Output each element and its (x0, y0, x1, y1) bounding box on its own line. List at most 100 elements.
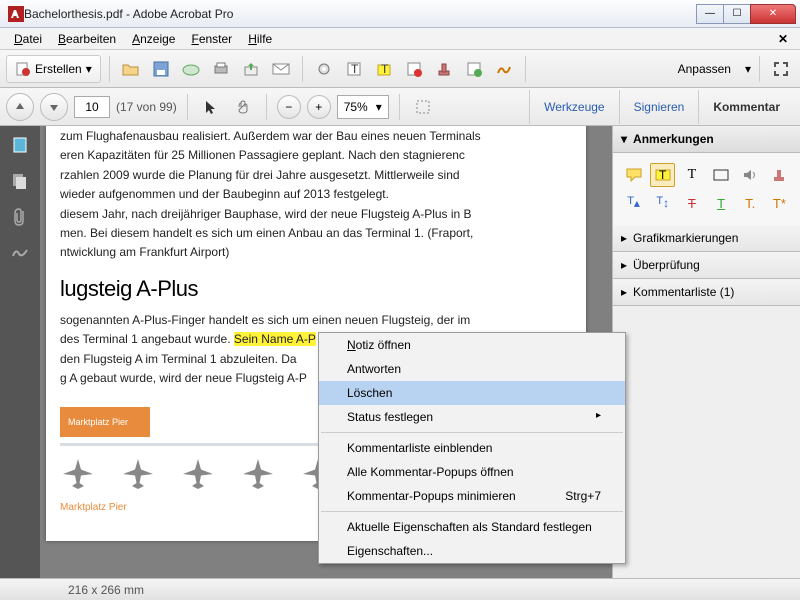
expand-icon: ▸ (621, 285, 627, 299)
text-correction-tool[interactable]: T* (767, 191, 792, 215)
replace-text-tool[interactable]: T↕ (650, 191, 675, 215)
context-menu: Notiz öffnen Antworten Löschen Status fe… (318, 332, 626, 564)
insert-text-tool[interactable]: T▴ (621, 191, 646, 215)
print-button[interactable] (208, 56, 234, 82)
menu-edit[interactable]: Bearbeiten (50, 30, 124, 48)
fullscreen-icon (773, 61, 789, 77)
ctx-delete[interactable]: Löschen (319, 381, 625, 405)
add-note-tool[interactable]: T. (738, 191, 763, 215)
menu-file[interactable]: Datei (6, 30, 50, 48)
maximize-button[interactable]: ☐ (723, 4, 751, 24)
select-tool[interactable] (198, 94, 224, 120)
delete-comment-button[interactable] (401, 56, 427, 82)
annotations-head[interactable]: ▾Anmerkungen (613, 126, 800, 153)
minimize-button[interactable]: — (696, 4, 724, 24)
gear-button[interactable] (311, 56, 337, 82)
highlight-tool[interactable]: T (650, 163, 675, 187)
share-button[interactable] (238, 56, 264, 82)
fullscreen-button[interactable] (768, 56, 794, 82)
title-bar: Bachelorthesis.pdf - Adobe Acrobat Pro —… (0, 0, 800, 28)
sign-button[interactable] (491, 56, 517, 82)
folder-open-icon (122, 61, 140, 77)
menu-view[interactable]: Anzeige (124, 30, 183, 48)
ctx-reply[interactable]: Antworten (319, 357, 625, 381)
pages-icon (11, 172, 29, 190)
page-up-button[interactable] (6, 93, 34, 121)
ctx-properties[interactable]: Eigenschaften... (319, 539, 625, 563)
airplane-icon (60, 456, 96, 492)
marquee-zoom-button[interactable] (410, 94, 436, 120)
review-head[interactable]: ▸Überprüfung (613, 252, 800, 279)
create-icon (15, 61, 31, 77)
zoom-out-button[interactable]: − (277, 95, 301, 119)
svg-text:T: T (351, 62, 359, 76)
signature-icon (496, 61, 512, 77)
save-icon (153, 61, 169, 77)
pier-small-label: Marktplatz Pier (60, 502, 127, 523)
create-label: Erstellen (35, 62, 82, 76)
zoom-in-button[interactable]: + (307, 95, 331, 119)
attach-button[interactable] (461, 56, 487, 82)
highlight-annotation[interactable]: Sein Name A-P (234, 332, 316, 346)
zoom-select[interactable]: 75% ▾ (337, 95, 389, 119)
strikethrough-tool[interactable]: T (679, 191, 704, 215)
bookmarks-button[interactable] (7, 168, 33, 194)
stamp-icon (436, 61, 452, 77)
ctx-minimize-popups[interactable]: Kommentar-Popups minimierenStrg+7 (319, 484, 625, 508)
email-button[interactable] (268, 56, 294, 82)
menu-window[interactable]: Fenster (183, 30, 240, 48)
underline-tool[interactable]: T (708, 191, 733, 215)
marquee-icon (415, 99, 431, 115)
window-title: Bachelorthesis.pdf - Adobe Acrobat Pro (24, 7, 697, 21)
app-icon (8, 6, 24, 22)
zoom-value: 75% (344, 100, 368, 114)
dropdown-icon: ▾ (745, 62, 751, 76)
ctx-open-all-popups[interactable]: Alle Kommentar-Popups öffnen (319, 460, 625, 484)
close-button[interactable]: ✕ (750, 4, 796, 24)
menu-help[interactable]: Hilfe (240, 30, 280, 48)
ctx-show-list[interactable]: Kommentarliste einblenden (319, 436, 625, 460)
delete-comment-icon (406, 61, 422, 77)
body-text: diesem Jahr, nach dreijähriger Bauphase,… (60, 206, 572, 223)
save-button[interactable] (148, 56, 174, 82)
create-button[interactable]: Erstellen ▾ (6, 55, 101, 83)
comment-pane-button[interactable]: Kommentar (698, 90, 794, 124)
edit-text-button[interactable]: T (341, 56, 367, 82)
sig-icon (11, 246, 29, 260)
thumbnails-button[interactable] (7, 132, 33, 158)
menu-close-doc[interactable]: ✕ (772, 32, 794, 46)
sticky-note-tool[interactable] (621, 163, 646, 187)
nav-toolbar: (17 von 99) − + 75%▾ Werkzeuge Signieren… (0, 88, 800, 126)
dropdown-icon: ▾ (376, 100, 382, 114)
page-down-button[interactable] (40, 93, 68, 121)
customize-button[interactable]: Anpassen (668, 58, 741, 80)
page-dimensions: 216 x 266 mm (68, 583, 144, 597)
collapse-icon: ▾ (621, 132, 627, 146)
highlight-button[interactable]: T (371, 56, 397, 82)
paperclip-icon (13, 207, 27, 227)
edit-icon: T (346, 61, 362, 77)
stamp-button[interactable] (431, 56, 457, 82)
comment-list-head[interactable]: ▸Kommentarliste (1) (613, 279, 800, 306)
text-tool[interactable]: T (679, 163, 704, 187)
hand-tool[interactable] (230, 94, 256, 120)
page-number-input[interactable] (74, 96, 110, 118)
audio-tool[interactable] (738, 163, 763, 187)
ctx-open-note[interactable]: Notiz öffnen (319, 333, 625, 357)
graphics-head[interactable]: ▸Grafikmarkierungen (613, 225, 800, 252)
body-text: rzahlen 2009 wurde die Planung für drei … (60, 167, 572, 184)
stamp-tool[interactable] (767, 163, 792, 187)
note-icon (626, 168, 642, 182)
cloud-button[interactable] (178, 56, 204, 82)
body-text: ntwicklung am Frankfurt Airport) (60, 244, 572, 261)
mail-icon (272, 62, 290, 76)
signatures-nav-button[interactable] (7, 240, 33, 266)
open-button[interactable] (118, 56, 144, 82)
attachments-button[interactable] (7, 204, 33, 230)
ctx-set-default[interactable]: Aktuelle Eigenschaften als Standard fest… (319, 515, 625, 539)
ctx-set-status[interactable]: Status festlegen (319, 405, 625, 429)
sign-pane-button[interactable]: Signieren (619, 90, 699, 124)
tools-pane-button[interactable]: Werkzeuge (529, 90, 618, 124)
text-box-tool[interactable] (708, 163, 733, 187)
arrow-down-icon (48, 101, 60, 113)
